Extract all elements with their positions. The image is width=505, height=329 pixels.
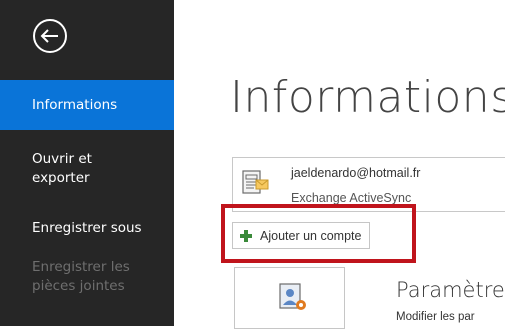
- nav-item-label: Ouvrir et: [32, 151, 92, 167]
- main-content: Informations jaeldenardo@hotmail.fr Exch…: [174, 0, 505, 329]
- back-arrow-icon: [33, 19, 67, 53]
- nav-item-label-line2: pièces jointes: [32, 278, 125, 294]
- nav-item-label: Informations: [32, 96, 118, 113]
- exchange-account-icon: [242, 170, 269, 194]
- highlight-annotation: [221, 204, 416, 263]
- nav-item-save-as[interactable]: Enregistrer sous: [0, 219, 174, 238]
- settings-description: Modifier les par: [396, 311, 475, 323]
- backstage-sidebar: Informations Ouvrir et exporter Enregist…: [0, 0, 174, 326]
- account-type: Exchange ActiveSync: [291, 191, 412, 205]
- nav-item-label-line2: exporter: [32, 170, 90, 186]
- nav-item-label: Enregistrer sous: [32, 220, 142, 236]
- nav-item-open-export[interactable]: Ouvrir et exporter: [0, 150, 174, 188]
- account-settings-icon: [279, 283, 306, 310]
- account-settings-button[interactable]: [234, 267, 345, 329]
- nav-item-label: Enregistrer les: [32, 259, 130, 275]
- page-title: Informations: [230, 72, 505, 123]
- nav-item-informations[interactable]: Informations: [0, 80, 174, 130]
- settings-title: Paramètre: [396, 278, 505, 302]
- account-email: jaeldenardo@hotmail.fr: [291, 166, 421, 180]
- nav-item-save-attachments: Enregistrer les pièces jointes: [0, 258, 174, 296]
- back-button[interactable]: [32, 18, 68, 54]
